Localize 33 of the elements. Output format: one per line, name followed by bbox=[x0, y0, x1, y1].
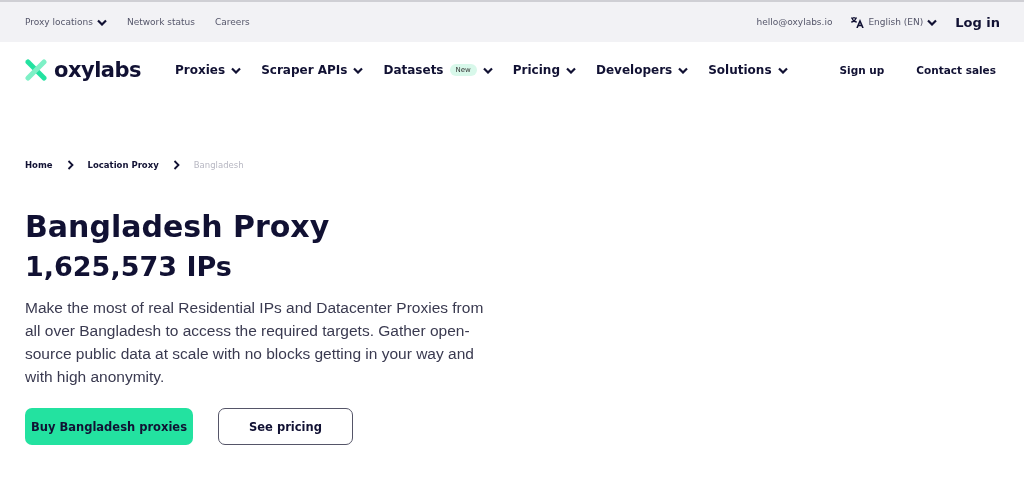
top-link[interactable]: Network status bbox=[126, 17, 195, 27]
chevron-down-icon bbox=[777, 66, 788, 74]
top-link[interactable]: Proxy locations bbox=[25, 17, 107, 27]
language-selector[interactable]: English (EN) bbox=[850, 16, 938, 28]
ip-count: 1,625,573 IPs bbox=[25, 250, 233, 284]
description: Make the most of real Residential IPs and Datacenter Proxies from all over Bangladesh to access the required targets. Gather open-source public data at scale with no blocks getting in your way and with high anonymity. bbox=[25, 298, 485, 387]
nav-menu-item[interactable]: Scraper APIs bbox=[261, 63, 364, 77]
breadcrumb-link[interactable]: Location Proxy bbox=[87, 160, 159, 170]
chevron-right-icon bbox=[172, 160, 180, 170]
page-title: Bangladesh Proxy bbox=[25, 208, 331, 246]
pricing-button[interactable]: See pricing bbox=[218, 408, 353, 445]
chevron-right-icon bbox=[66, 160, 74, 170]
chevron-down-icon bbox=[353, 66, 364, 74]
buy-button[interactable]: Buy Bangladesh proxies bbox=[25, 408, 193, 445]
logo-icon bbox=[25, 59, 47, 81]
logo-text: oxylabs bbox=[54, 58, 142, 82]
email-link[interactable]: hello@oxylabs.io bbox=[756, 17, 833, 27]
nav-menu-item[interactable]: Proxies bbox=[175, 63, 242, 77]
login-link[interactable]: Log in bbox=[955, 14, 1000, 30]
nav-menu-item[interactable]: Pricing bbox=[512, 63, 576, 77]
chevron-down-icon bbox=[96, 18, 107, 26]
nav-menu-item[interactable]: Developers bbox=[596, 63, 689, 77]
chevron-down-icon bbox=[566, 66, 576, 74]
breadcrumb-link[interactable]: Home bbox=[25, 160, 53, 170]
chevron-down-icon bbox=[231, 66, 242, 74]
nav-menu-item[interactable]: Solutions bbox=[708, 63, 788, 77]
top-link[interactable]: Careers bbox=[215, 17, 250, 27]
chevron-down-icon bbox=[678, 66, 689, 74]
translate-icon bbox=[850, 16, 865, 28]
nav-link[interactable]: Contact sales bbox=[916, 64, 996, 76]
chevron-down-icon bbox=[927, 18, 938, 26]
chevron-down-icon bbox=[482, 66, 493, 74]
nav-link[interactable]: Sign up bbox=[839, 64, 885, 76]
